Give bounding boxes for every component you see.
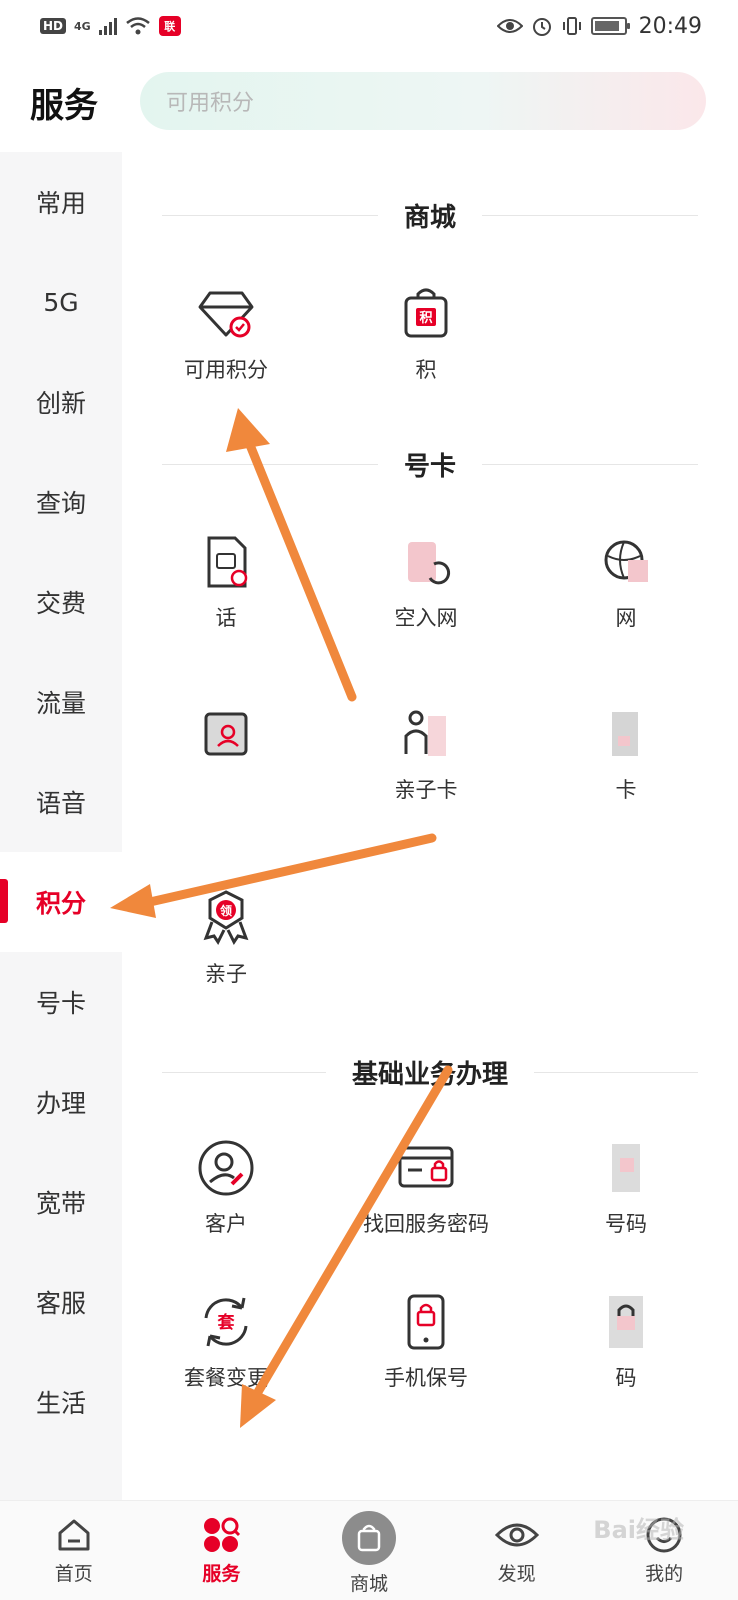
signal-icon <box>98 17 117 35</box>
network-type: 4G <box>74 19 91 33</box>
sidebar-item-innovation[interactable]: 创新 <box>0 352 122 452</box>
section-title-basic-services: 基础业务办理 <box>162 1052 698 1092</box>
globe-icon <box>594 530 658 594</box>
watermark: Bai经验 <box>593 1516 684 1544</box>
tile-label: 号码 <box>605 1212 647 1236</box>
sidebar-item-handle[interactable]: 办理 <box>0 1052 122 1152</box>
services-icon <box>204 1517 241 1552</box>
tile-available-points[interactable]: 可用积分 <box>136 282 316 412</box>
phone-lock-icon <box>594 1290 658 1354</box>
clock-time: 20:49 <box>638 13 702 39</box>
tile-label: 码 <box>615 1366 637 1390</box>
phone-lock-icon <box>394 1290 458 1354</box>
shopping-bag-icon <box>341 1511 396 1565</box>
status-left: HD 4G 联 <box>40 16 181 36</box>
nav-services[interactable]: 服务 <box>148 1501 296 1600</box>
page-header: 服务 可用积分 <box>0 62 738 142</box>
status-bar: HD 4G 联 20:49 <box>0 0 738 52</box>
search-input[interactable]: 可用积分 <box>140 72 706 130</box>
app-notification-icon: 联 <box>158 16 181 36</box>
eye-comfort-icon <box>496 19 523 33</box>
sidebar-item-voice[interactable]: 语音 <box>0 752 122 852</box>
svg-text:套: 套 <box>217 1312 236 1333</box>
sidebar-item-5g[interactable]: 5G <box>0 252 122 352</box>
sidebar-item-common[interactable]: 常用 <box>0 152 122 252</box>
battery-icon <box>590 17 630 35</box>
sidebar-item-data[interactable]: 流量 <box>0 652 122 752</box>
hd-badge: HD <box>40 18 67 34</box>
sidebar-item-points[interactable]: 积分 <box>0 852 122 952</box>
section-title-mall: 商城 <box>162 195 698 235</box>
tile-label: 网 <box>615 606 637 630</box>
tile-label: 手机保号 <box>384 1366 468 1390</box>
sidebar-item-life[interactable]: 生活 <box>0 1352 122 1452</box>
tile-label: 空入网 <box>394 606 458 630</box>
sim-card-icon <box>394 530 458 594</box>
tile-realname-card[interactable] <box>136 702 316 832</box>
vibrate-icon <box>562 17 581 35</box>
nav-home[interactable]: 首页 <box>0 1501 148 1600</box>
phone-search-icon <box>594 1136 658 1200</box>
category-sidebar: 常用 5G 创新 查询 交费 流量 语音 积分 号卡 办理 宽带 客服 生活 <box>0 152 122 1502</box>
svg-text:领: 领 <box>220 903 232 918</box>
tile-plan-change[interactable]: 套 套餐变更 <box>136 1290 316 1420</box>
password-card-icon <box>394 1136 458 1200</box>
tile-label: 亲子 <box>205 962 247 986</box>
tile-label: 积 <box>415 358 437 382</box>
svg-text:积: 积 <box>419 310 432 326</box>
tile-card-activation[interactable]: 话 <box>136 530 316 660</box>
tile-label: 可用积分 <box>184 358 268 382</box>
tile-parent-child-claim[interactable]: 领 亲子 <box>136 886 316 1016</box>
sidebar-item-query[interactable]: 查询 <box>0 452 122 552</box>
alarm-icon <box>532 18 551 36</box>
search-placeholder: 可用积分 <box>166 91 255 116</box>
eye-icon <box>494 1523 539 1547</box>
plan-change-icon: 套 <box>194 1290 258 1354</box>
points-bag-icon: 积 <box>394 282 458 346</box>
sidebar-item-support[interactable]: 客服 <box>0 1252 122 1352</box>
tile-recover-service-password[interactable]: 找回服务密码 <box>336 1136 516 1266</box>
tile-points-mall[interactable]: 积 积 <box>336 282 516 412</box>
tile-phone-number-keep[interactable]: 手机保号 <box>336 1290 516 1420</box>
tile-reset-password[interactable]: 码 <box>536 1290 716 1420</box>
nav-discover[interactable]: 发现 <box>443 1501 591 1600</box>
wifi-icon <box>125 17 150 35</box>
sidebar-item-payment[interactable]: 交费 <box>0 552 122 652</box>
tile-online-activation[interactable]: 网 <box>536 530 716 660</box>
page-title: 服务 <box>30 85 98 126</box>
tile-find-number[interactable]: 号码 <box>536 1136 716 1266</box>
card-icon <box>594 702 658 766</box>
diamond-icon <box>194 282 258 346</box>
nav-mall[interactable]: 商城 <box>295 1501 443 1600</box>
home-icon <box>58 1519 90 1551</box>
tile-label: 话 <box>215 606 237 630</box>
tile-empty-card-activation[interactable]: 空入网 <box>336 530 516 660</box>
tile-label: 亲子卡 <box>394 778 458 802</box>
tile-family-card[interactable]: 卡 <box>536 702 716 832</box>
sidebar-item-number-card[interactable]: 号卡 <box>0 952 122 1052</box>
tile-label: 卡 <box>615 778 637 802</box>
tile-label: 套餐变更 <box>184 1366 268 1390</box>
family-icon <box>394 702 458 766</box>
tile-label: 客户 <box>205 1212 247 1236</box>
contact-card-icon <box>194 702 258 766</box>
tile-label: 找回服务密码 <box>363 1212 489 1236</box>
user-edit-icon <box>194 1136 258 1200</box>
claim-badge-icon: 领 <box>194 886 258 950</box>
status-right: 20:49 <box>496 13 702 39</box>
sim-card-icon <box>194 530 258 594</box>
sidebar-item-broadband[interactable]: 宽带 <box>0 1152 122 1252</box>
tile-parent-child-card[interactable]: 亲子卡 <box>336 702 516 832</box>
section-title-number-card: 号卡 <box>162 444 698 484</box>
tile-customer-info[interactable]: 客户 <box>136 1136 316 1266</box>
